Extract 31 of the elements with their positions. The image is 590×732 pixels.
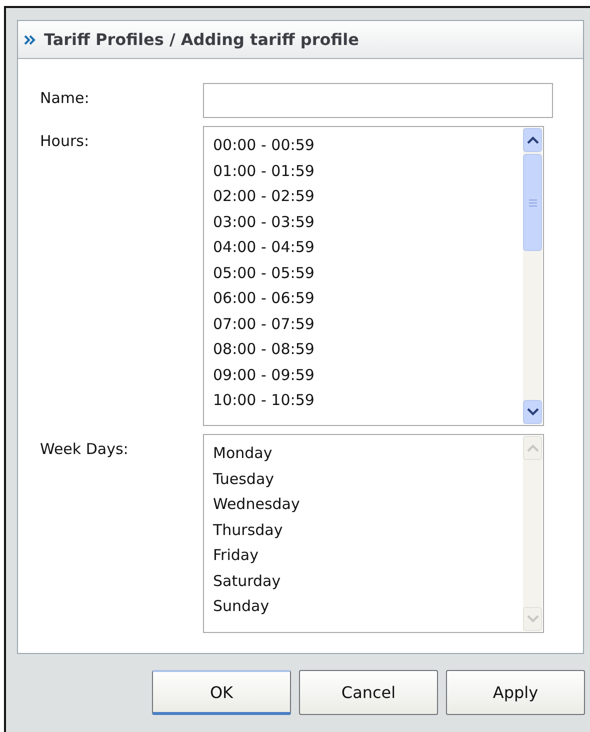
list-item[interactable]: 04:00 - 04:59 xyxy=(213,235,522,260)
double-chevron-icon xyxy=(24,34,36,44)
list-item[interactable]: 03:00 - 03:59 xyxy=(213,210,522,235)
scrollbar[interactable] xyxy=(523,128,542,424)
field-label: Name: xyxy=(40,88,90,107)
list-item[interactable]: Saturday xyxy=(213,568,522,594)
list-box[interactable]: 00:00 - 00:59 01:00 - 01:59 02:00 - 02:59 03:00 - 03:59 04:00 - 04:59 05:00 - 05:59 06:00 - 06:59 07:00 - 07:59 08:00 - 08:59 09:00 - 09:59 10:00 - 10:59 xyxy=(203,126,544,426)
list-item[interactable]: Monday xyxy=(213,441,522,466)
list-item[interactable]: 08:00 - 08:59 xyxy=(213,337,522,362)
field-label: Week Days: xyxy=(40,439,130,458)
list-item[interactable]: Tuesday xyxy=(213,466,522,492)
list-item[interactable]: 07:00 - 07:59 xyxy=(213,312,522,337)
list-item[interactable]: 10:00 - 10:59 xyxy=(213,388,522,414)
name-input-field[interactable] xyxy=(203,83,553,118)
list-item[interactable]: 01:00 - 01:59 xyxy=(213,158,522,184)
list-item[interactable]: Wednesday xyxy=(213,492,522,518)
dialog-button[interactable]: Cancel xyxy=(299,670,438,715)
grip-icon xyxy=(528,198,536,206)
list-item[interactable]: Thursday xyxy=(213,518,522,543)
list-item[interactable]: 06:00 - 06:59 xyxy=(213,286,522,312)
dialog-button[interactable]: OK xyxy=(152,670,291,715)
list-item[interactable]: Sunday xyxy=(213,594,522,620)
list-item[interactable]: 00:00 - 00:59 xyxy=(213,133,522,158)
list-item[interactable]: 02:00 - 02:59 xyxy=(213,184,522,210)
list-item[interactable]: 05:00 - 05:59 xyxy=(213,260,522,286)
list-item[interactable]: 09:00 - 09:59 xyxy=(213,362,522,388)
list-box[interactable]: Monday Tuesday Wednesday Thursday Friday Saturday Sunday xyxy=(203,434,544,633)
field-label: Hours: xyxy=(40,131,90,150)
list-item[interactable]: Friday xyxy=(213,543,522,568)
panel-title: Tariff Profiles / Adding tariff profile xyxy=(44,30,359,49)
dialog-button[interactable]: Apply xyxy=(446,670,585,715)
